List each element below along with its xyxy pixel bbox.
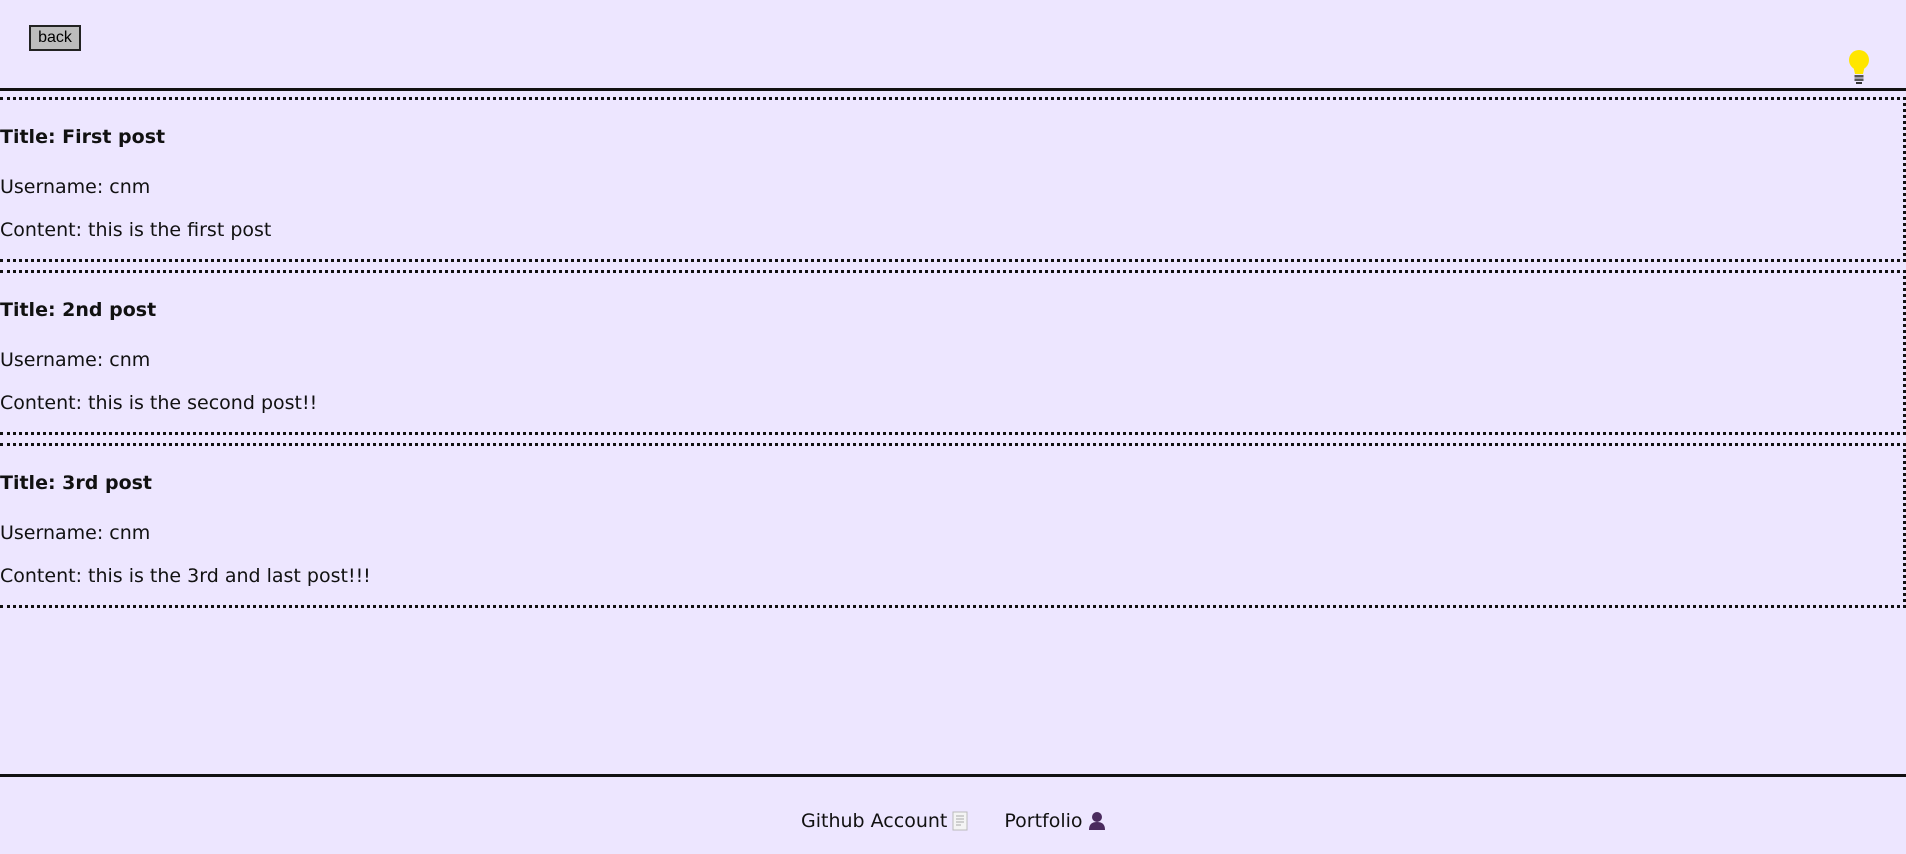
github-account-label: Github Account: [801, 810, 948, 832]
post-content: Content: this is the second post!!: [0, 392, 318, 414]
post-username: Username: cnm: [0, 522, 151, 544]
post-content: Content: this is the first post: [0, 219, 272, 241]
post-username: Username: cnm: [0, 176, 151, 198]
post-card: Title: 2nd post Username: cnm Content: t…: [0, 270, 1906, 435]
post-content: Content: this is the 3rd and last post!!…: [0, 565, 371, 587]
person-icon: [1088, 812, 1105, 830]
document-icon: [952, 811, 968, 831]
portfolio-label: Portfolio: [1004, 810, 1083, 832]
post-card: Title: 3rd post Username: cnm Content: t…: [0, 443, 1906, 608]
footer-links: Github Account Portfolio: [801, 810, 1106, 832]
portfolio-link[interactable]: Portfolio: [1004, 810, 1105, 832]
footer: Github Account Portfolio: [0, 774, 1906, 854]
post-card: Title: First post Username: cnm Content:…: [0, 97, 1906, 262]
post-title: Title: First post: [0, 126, 166, 148]
post-title: Title: 2nd post: [0, 299, 157, 321]
post-list: Title: First post Username: cnm Content:…: [0, 97, 1906, 608]
header: back: [0, 0, 1906, 91]
github-account-link[interactable]: Github Account: [801, 810, 968, 832]
post-title: Title: 3rd post: [0, 472, 153, 494]
back-button[interactable]: back: [29, 25, 81, 51]
lightbulb-icon[interactable]: [1846, 49, 1872, 85]
post-username: Username: cnm: [0, 349, 151, 371]
